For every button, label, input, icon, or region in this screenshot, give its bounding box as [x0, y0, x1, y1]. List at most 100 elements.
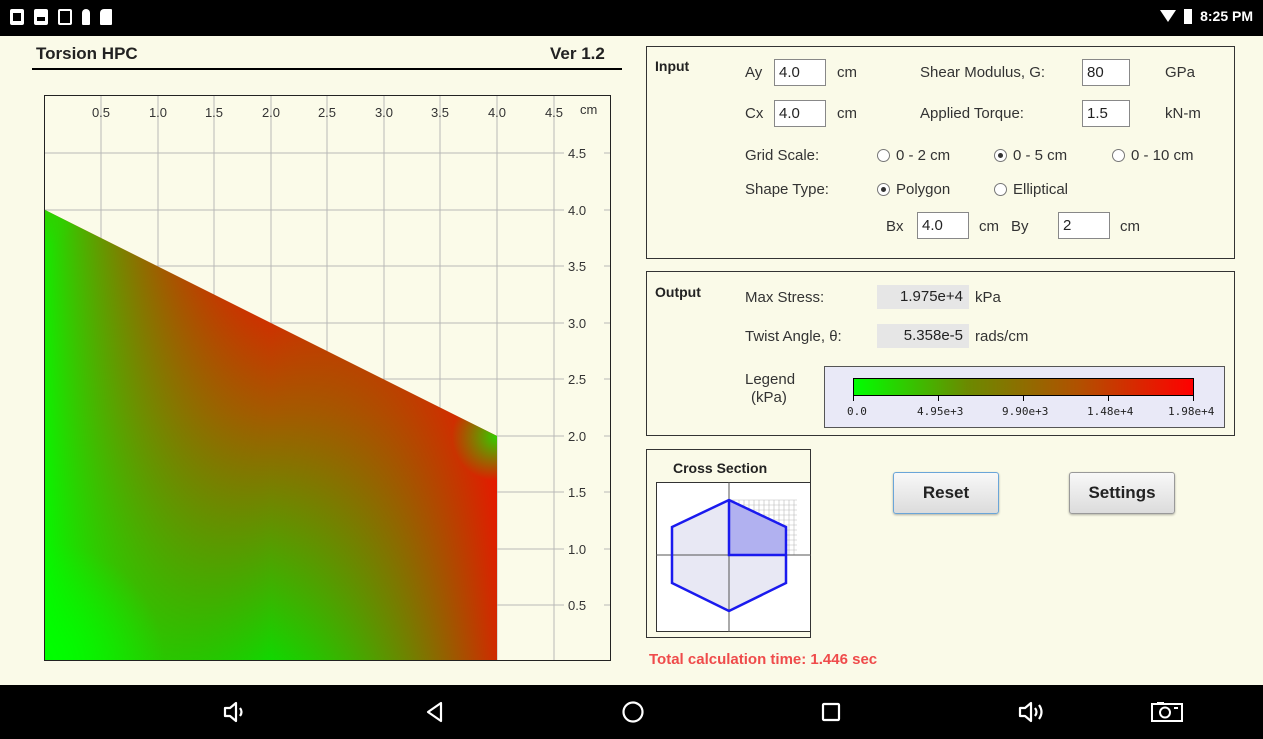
radio-selected-icon [877, 183, 890, 196]
max-stress-value: 1.975e+4 [877, 285, 969, 309]
legend-tick-label: 4.95e+3 [917, 405, 964, 418]
max-stress-label: Max Stress: [745, 289, 825, 306]
legend-tick [853, 396, 854, 401]
bx-input[interactable] [917, 212, 969, 239]
notification-icons [10, 9, 112, 25]
bx-label: Bx [886, 218, 904, 235]
legend-tick-label: 1.48e+4 [1087, 405, 1134, 418]
legend-tick [1193, 396, 1194, 401]
shear-modulus-input[interactable] [1082, 59, 1130, 86]
shape-option-elliptical[interactable]: Elliptical [994, 181, 1068, 198]
radio-icon [994, 183, 1007, 196]
y-tick-label: 1.5 [568, 485, 586, 500]
y-tick-label: 1.0 [568, 542, 586, 557]
input-panel: Input Ay cm Shear Modulus, G: GPa Cx cm … [646, 46, 1235, 259]
twist-angle-label: Twist Angle, θ: [745, 328, 842, 345]
cx-input[interactable] [774, 100, 826, 127]
x-tick-label: 4.5 [545, 105, 563, 120]
x-tick-label: 0.5 [92, 105, 110, 120]
calculation-time-text: Total calculation time: 1.446 sec [649, 651, 878, 668]
settings-button[interactable]: Settings [1069, 472, 1175, 514]
x-tick-label: 2.5 [318, 105, 336, 120]
back-icon[interactable] [422, 699, 448, 725]
volume-up-icon[interactable] [1016, 699, 1048, 725]
legend-tick [1108, 396, 1109, 401]
radio-icon [877, 149, 890, 162]
navigation-bar [0, 685, 1263, 739]
bx-unit: cm [979, 218, 999, 235]
home-icon[interactable] [620, 699, 646, 725]
cross-section-title: Cross Section [673, 460, 768, 476]
x-tick-label: 1.0 [149, 105, 167, 120]
x-tick-label: 3.5 [431, 105, 449, 120]
title-divider [32, 68, 622, 70]
ay-input[interactable] [774, 59, 826, 86]
legend-unit-label: (kPa) [751, 389, 787, 406]
grid-scale-label: Grid Scale: [745, 147, 820, 164]
shear-modulus-label: Shear Modulus, G: [920, 64, 1046, 81]
cross-section-diagram [656, 482, 811, 632]
by-input[interactable] [1058, 212, 1110, 239]
twist-angle-value: 5.358e-5 [877, 324, 969, 348]
ay-label: Ay [745, 64, 763, 81]
calendar-icon [58, 9, 72, 25]
input-title: Input [655, 58, 690, 74]
y-tick-label: 2.5 [568, 372, 586, 387]
app-title: Torsion HPC [36, 44, 138, 63]
shape-option-polygon[interactable]: Polygon [877, 181, 950, 198]
y-tick-label: 0.5 [568, 598, 586, 613]
applied-torque-input[interactable] [1082, 100, 1130, 127]
axis-unit: cm [580, 102, 597, 117]
cx-unit: cm [837, 105, 857, 122]
recent-apps-icon[interactable] [818, 699, 844, 725]
grid-scale-option-5cm[interactable]: 0 - 5 cm [994, 147, 1067, 164]
volume-down-icon[interactable] [221, 699, 249, 725]
applied-torque-unit: kN-m [1165, 105, 1201, 122]
x-tick-label: 4.0 [488, 105, 506, 120]
color-legend: 0.0 4.95e+3 9.90e+3 1.48e+4 1.98e+4 [824, 366, 1225, 428]
legend-tick-label: 0.0 [847, 405, 867, 418]
by-label: By [1011, 218, 1029, 235]
app-version: Ver 1.2 [550, 44, 605, 63]
image-icon [34, 9, 48, 25]
stress-plot: 0.5 1.0 1.5 2.0 2.5 3.0 3.5 4.0 4.5 cm 4… [44, 95, 611, 661]
battery-icon [1184, 8, 1193, 24]
x-tick-label: 2.0 [262, 105, 280, 120]
gmail-icon [10, 9, 24, 25]
clock: 8:25 PM [1200, 8, 1253, 24]
y-tick-label: 2.0 [568, 429, 586, 444]
reset-button[interactable]: Reset [893, 472, 999, 514]
y-tick-label: 4.5 [568, 146, 586, 161]
legend-tick [1023, 396, 1024, 401]
y-tick-label: 4.0 [568, 203, 586, 218]
shear-modulus-unit: GPa [1165, 64, 1196, 81]
y-tick-label: 3.0 [568, 316, 586, 331]
output-title: Output [655, 284, 701, 300]
legend-tick-label: 1.98e+4 [1168, 405, 1215, 418]
applied-torque-label: Applied Torque: [920, 105, 1024, 122]
shape-type-label: Shape Type: [745, 181, 829, 198]
max-stress-unit: kPa [975, 289, 1001, 306]
grid-scale-option-10cm[interactable]: 0 - 10 cm [1112, 147, 1194, 164]
sd-card-icon [100, 9, 112, 25]
wifi-icon [1160, 10, 1177, 22]
y-tick-label: 3.5 [568, 259, 586, 274]
legend-tick [938, 396, 939, 401]
ay-unit: cm [837, 64, 857, 81]
radio-selected-icon [994, 149, 1007, 162]
output-panel: Output Max Stress: 1.975e+4 kPa Twist An… [646, 271, 1235, 436]
cx-label: Cx [745, 105, 764, 122]
x-tick-label: 1.5 [205, 105, 223, 120]
screenshot-icon[interactable] [1149, 699, 1185, 725]
x-tick-label: 3.0 [375, 105, 393, 120]
radio-icon [1112, 149, 1125, 162]
by-unit: cm [1120, 218, 1140, 235]
twist-angle-unit: rads/cm [975, 328, 1029, 345]
status-bar: 8:25 PM [0, 0, 1263, 36]
legend-gradient-bar [853, 378, 1194, 396]
grid-scale-option-2cm[interactable]: 0 - 2 cm [877, 147, 950, 164]
legend-label: Legend [745, 371, 796, 388]
chess-icon [82, 9, 90, 25]
cross-section-panel: Cross Section [646, 449, 811, 638]
legend-tick-label: 9.90e+3 [1002, 405, 1049, 418]
